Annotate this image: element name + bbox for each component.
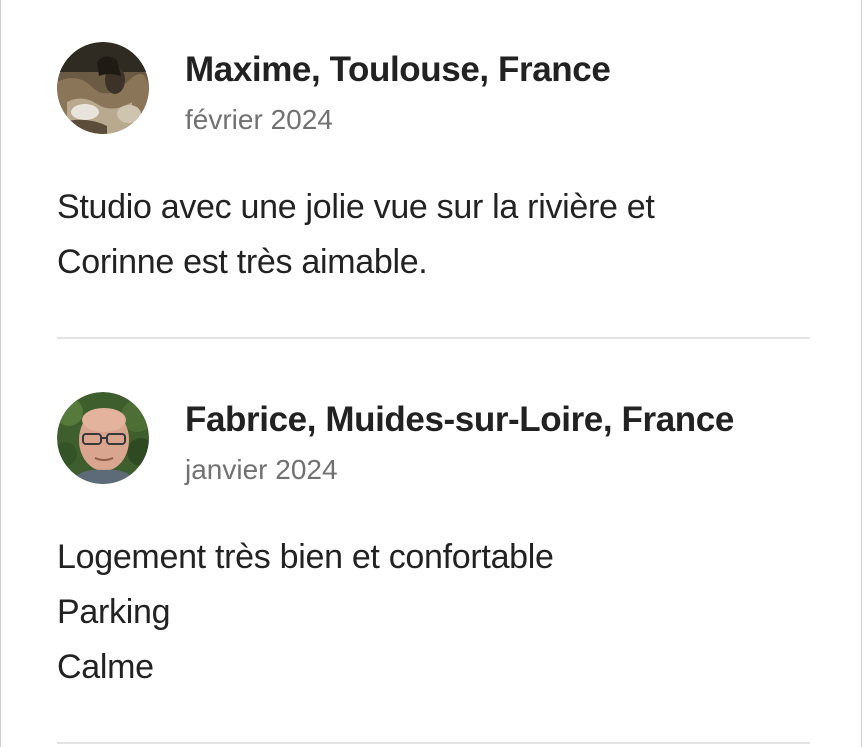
divider [57, 742, 810, 744]
review-text-line: Parking [57, 593, 171, 631]
review-date: février 2024 [185, 104, 333, 135]
review-date: janvier 2024 [185, 454, 338, 485]
review-text: Studio avec une jolie vue sur la rivière… [57, 180, 817, 290]
review-meta: Fabrice, Muides-sur-Loire, France janvie… [185, 392, 734, 486]
review-text-line: Calme [57, 648, 154, 686]
user-photo-avatar[interactable] [57, 392, 149, 484]
review-text-line: Studio avec une jolie vue sur la rivière… [57, 188, 655, 226]
review-item: Fabrice, Muides-sur-Loire, France janvie… [57, 392, 817, 695]
review-header: Maxime, Toulouse, France février 2024 [57, 42, 817, 138]
reviewer-name[interactable]: Fabrice, Muides-sur-Loire, France [185, 400, 734, 440]
review-item: Maxime, Toulouse, France février 2024 St… [57, 42, 817, 290]
review-text: Logement très bien et confortable Parkin… [57, 530, 817, 695]
review-text-line: Corinne est très aimable. [57, 243, 428, 281]
review-text-line: Logement très bien et confortable [57, 538, 554, 576]
review-meta: Maxime, Toulouse, France février 2024 [185, 42, 611, 136]
reviewer-name[interactable]: Maxime, Toulouse, France [185, 50, 611, 90]
divider [57, 337, 810, 339]
review-header: Fabrice, Muides-sur-Loire, France janvie… [57, 392, 817, 488]
review-list: Maxime, Toulouse, France février 2024 St… [0, 0, 862, 747]
user-photo-avatar[interactable] [57, 42, 149, 134]
